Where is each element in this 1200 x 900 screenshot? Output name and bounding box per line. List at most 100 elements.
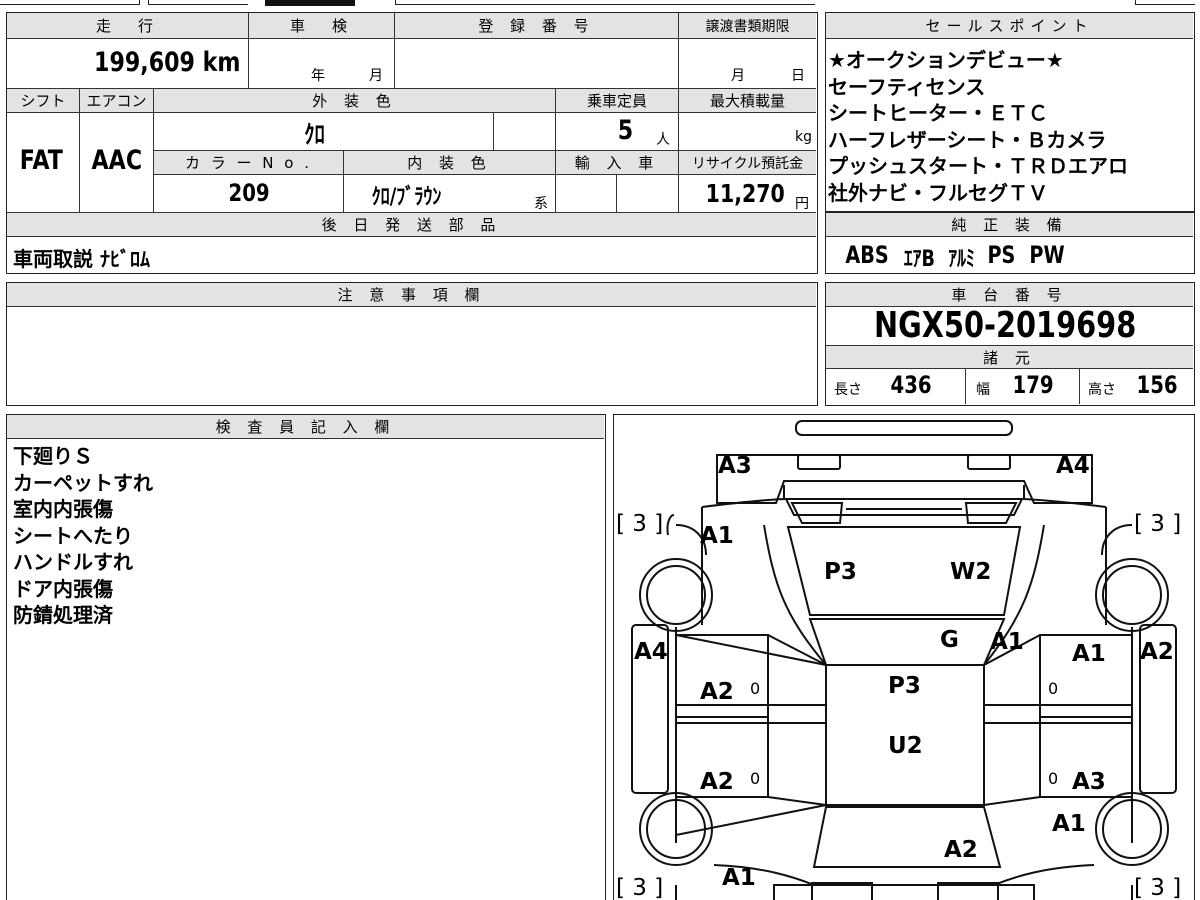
maxload-unit: kg bbox=[795, 129, 812, 145]
capacity-header: 乗車定員 bbox=[556, 89, 679, 113]
inspector-line: シートへたり bbox=[13, 523, 133, 548]
color-no-cell: 209 bbox=[154, 175, 344, 213]
mileage-header: 走 行 bbox=[7, 13, 249, 39]
sales-line: 社外ナビ・フルセグＴＶ bbox=[828, 180, 1048, 205]
recycle-cell: 11,270 円 bbox=[679, 175, 816, 213]
mark-rear-left: A3 bbox=[718, 453, 752, 479]
sales-line: シートヒーター・ＥＴＣ bbox=[828, 101, 1048, 125]
reg-no-header: 登 録 番 号 bbox=[395, 13, 679, 39]
inspector-list: 下廻りＳ カーペットすれ 室内内張傷 シートへたり ハンドルすれ ドア内張傷 防… bbox=[13, 443, 153, 629]
mark-bracket-br: [ 3 ] bbox=[1134, 875, 1182, 900]
car-outline-diagram bbox=[631, 420, 1177, 900]
top-strip bbox=[0, 0, 1200, 6]
interior-cell: ｸﾛ/ﾌﾞﾗｳﾝ 系 bbox=[344, 175, 556, 213]
interior-value: ｸﾛ/ﾌﾞﾗｳﾝ bbox=[371, 185, 442, 210]
equipment-header: 純 正 装 備 bbox=[826, 213, 1193, 237]
mark-zero: 0 bbox=[1048, 769, 1059, 788]
capacity-unit: 人 bbox=[656, 132, 670, 148]
inspector-line: ハンドルすれ bbox=[13, 550, 133, 574]
capacity-cell: 5 人 bbox=[556, 113, 679, 151]
ac-cell: AAC bbox=[80, 113, 154, 213]
inspection-header: 車 検 bbox=[249, 13, 395, 39]
mark-bracket-bl: [ 3 ] bbox=[616, 875, 664, 900]
spec-width-cell: 幅 179 bbox=[966, 369, 1080, 404]
mark-rear-door-right: A1 bbox=[1072, 641, 1106, 667]
mark-rear-glass-left: P3 bbox=[824, 559, 857, 585]
mark-rear-door-left: A2 bbox=[700, 679, 734, 705]
later-parts-value: 車両取説 ﾅﾋﾞﾛﾑ bbox=[13, 247, 150, 271]
mark-zero: 0 bbox=[750, 679, 761, 698]
spec-length-label: 長さ bbox=[834, 382, 862, 398]
spec-height-value: 156 bbox=[1136, 371, 1178, 399]
mark-rear-glass-right: W2 bbox=[950, 559, 992, 585]
mark-bracket-tl: [ 3 ] bbox=[616, 511, 664, 537]
chassis-panel: 車 台 番 号 NGX50-2019698 諸 元 長さ 436 幅 179 高… bbox=[825, 282, 1195, 406]
mark-quarter-left: A1 bbox=[700, 523, 734, 549]
sales-point-list: ★オークションデビュー★ セーフティセンス シートヒーター・ＥＴＣ ハーフレザー… bbox=[828, 47, 1128, 206]
import-cell-1 bbox=[556, 175, 617, 213]
inspector-header: 検 査 員 記 入 欄 bbox=[7, 415, 604, 439]
exterior-cell: ｸﾛ bbox=[154, 113, 494, 151]
mark-front-door-left: A2 bbox=[700, 769, 734, 795]
specs-header: 諸 元 bbox=[826, 345, 1193, 369]
exterior-value: ｸﾛ bbox=[304, 120, 325, 149]
color-no-value: 209 bbox=[228, 179, 270, 207]
inspector-line: 室内内張傷 bbox=[13, 497, 113, 521]
chassis-header: 車 台 番 号 bbox=[826, 283, 1193, 307]
inspection-cell: 年 月 bbox=[249, 39, 395, 89]
transfer-day: 日 bbox=[791, 68, 805, 84]
mark-side-right: A2 bbox=[1140, 639, 1174, 665]
chassis-value: NGX50-2019698 bbox=[874, 305, 1137, 346]
maxload-cell: kg bbox=[679, 113, 816, 151]
equipment-list: ABS ｴｱB ｱﾙﾐ PS PW bbox=[840, 241, 1069, 273]
inspector-line: 下廻りＳ bbox=[13, 444, 93, 468]
mark-zero: 0 bbox=[1048, 679, 1059, 698]
sales-line: セーフティセンス bbox=[828, 74, 986, 99]
equipment-item: ｱﾙﾐ bbox=[948, 247, 975, 272]
mark-roof-g: G bbox=[940, 627, 959, 653]
spec-length-cell: 長さ 436 bbox=[826, 369, 966, 404]
reg-no-cell bbox=[395, 39, 679, 89]
shift-value: FAT bbox=[19, 145, 63, 176]
interior-suffix: 系 bbox=[534, 196, 548, 212]
equipment-item: ABS bbox=[845, 241, 889, 269]
shift-header: シフト bbox=[7, 89, 80, 113]
import-cell-2 bbox=[617, 175, 679, 213]
mark-rear-right: A4 bbox=[1056, 453, 1090, 479]
spec-height-label: 高さ bbox=[1088, 382, 1116, 398]
interior-header: 内 装 色 bbox=[344, 151, 556, 175]
inspection-month: 月 bbox=[369, 68, 383, 84]
spec-length-value: 436 bbox=[890, 371, 932, 399]
notes-panel: 注 意 事 項 欄 bbox=[6, 282, 818, 406]
inspector-panel: 検 査 員 記 入 欄 下廻りＳ カーペットすれ 室内内張傷 シートへたり ハン… bbox=[6, 414, 606, 900]
transfer-cell: 月 日 bbox=[679, 39, 816, 89]
sales-line: ハーフレザーシート・Ｂカメラ bbox=[828, 127, 1107, 152]
vehicle-info-panel: 走 行 車 検 登 録 番 号 譲渡書類期限 199,609 km 年 月 月 … bbox=[6, 12, 818, 274]
mark-roof-a1: A1 bbox=[990, 629, 1024, 655]
recycle-header: リサイクル預託金 bbox=[679, 151, 816, 175]
equipment-item: PW bbox=[1029, 241, 1065, 269]
color-no-header: カ ラ ー N o . bbox=[154, 151, 344, 175]
transfer-header: 譲渡書類期限 bbox=[679, 13, 816, 39]
inspector-line: カーペットすれ bbox=[13, 470, 153, 495]
mark-hood: A2 bbox=[944, 837, 978, 863]
mark-side-left: A4 bbox=[634, 639, 668, 665]
spec-width-value: 179 bbox=[1012, 371, 1054, 399]
mark-front-door-right: A3 bbox=[1072, 769, 1106, 795]
mileage-value: 199,609 km bbox=[93, 47, 240, 78]
shift-cell: FAT bbox=[7, 113, 80, 213]
sales-point-header: セールスポイント bbox=[826, 13, 1193, 39]
equipment-item: PS bbox=[987, 241, 1016, 269]
mark-zero: 0 bbox=[750, 769, 761, 788]
later-parts-header: 後 日 発 送 部 品 bbox=[7, 213, 816, 237]
mileage-cell: 199,609 km bbox=[7, 39, 249, 89]
mark-front-left: A1 bbox=[722, 865, 756, 891]
import-header: 輸 入 車 bbox=[556, 151, 679, 175]
ac-header: エアコン bbox=[80, 89, 154, 113]
capacity-value: 5 bbox=[617, 115, 634, 146]
equipment-panel: 純 正 装 備 ABS ｴｱB ｱﾙﾐ PS PW bbox=[825, 212, 1195, 274]
inspection-year: 年 bbox=[311, 68, 325, 84]
transfer-month: 月 bbox=[731, 68, 745, 84]
maxload-header: 最大積載量 bbox=[679, 89, 816, 113]
inspector-line: 防錆処理済 bbox=[13, 603, 113, 627]
